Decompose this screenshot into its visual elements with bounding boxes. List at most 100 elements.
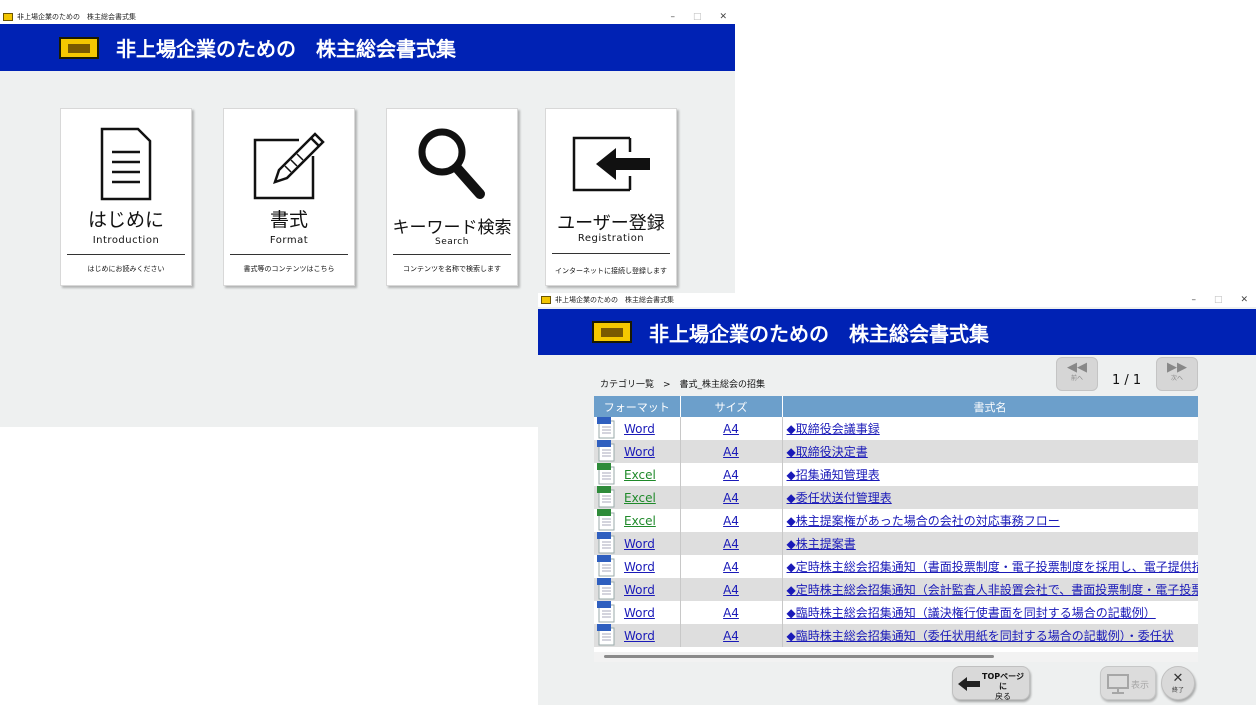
size-link[interactable]: A4 (681, 491, 782, 505)
format-link[interactable]: Word (624, 629, 655, 643)
card-subtitle: Format (269, 235, 309, 246)
document-name-link[interactable]: ◆委任状送付管理表 (783, 491, 892, 505)
view-button[interactable]: 表示 (1100, 666, 1156, 700)
size-cell: A4 (680, 624, 783, 647)
close-button[interactable]: ✕ (1240, 295, 1248, 305)
size-link[interactable]: A4 (681, 583, 782, 597)
size-link[interactable]: A4 (681, 445, 782, 459)
close-button[interactable]: ✕ (719, 12, 727, 22)
document-name-link[interactable]: ◆取締役会議事録 (783, 422, 880, 436)
table-row[interactable]: Word A4 ◆取締役決定書 (594, 440, 1198, 463)
size-link[interactable]: A4 (681, 560, 782, 574)
name-cell: ◆定時株主総会招集通知（書面投票制度・電子投票制度を採用し、電子提供措置を採 (782, 555, 1198, 578)
document-name-link[interactable]: ◆招集通知管理表 (783, 468, 880, 482)
card-registration[interactable]: ユーザー登録 Registration インターネットに接続し登録します (545, 108, 677, 286)
document-name-link[interactable]: ◆株主提案権があった場合の会社の対応事務フロー (783, 514, 1060, 528)
format-cell: Word (594, 601, 681, 624)
table-row[interactable]: Word A4 ◆臨時株主総会招集通知（議決権行使書面を同封する場合の記載例） (594, 601, 1198, 624)
card-divider (67, 254, 185, 255)
name-cell: ◆委任状送付管理表 (782, 486, 1198, 509)
table-row[interactable]: Word A4 ◆取締役会議事録 (594, 417, 1198, 440)
table-row[interactable]: Word A4 ◆臨時株主総会招集通知（委任状用紙を同封する場合の記載例）・委任状 (594, 624, 1198, 647)
list-window-title: 非上場企業のための 株主総会書式集 (555, 296, 674, 304)
maximize-button[interactable]: □ (1214, 295, 1223, 305)
logo-icon (592, 321, 632, 343)
app-icon (3, 13, 13, 21)
size-link[interactable]: A4 (681, 606, 782, 620)
card-subtitle: Introduction (92, 235, 160, 246)
name-cell: ◆定時株主総会招集通知（会計監査人非設置会社で、書面投票制度・電子投票制度を (782, 578, 1198, 601)
document-name-link[interactable]: ◆株主提案書 (783, 537, 856, 551)
column-header-size[interactable]: サイズ (680, 396, 783, 417)
size-link[interactable]: A4 (681, 537, 782, 551)
format-link[interactable]: Word (624, 583, 655, 597)
minimize-button[interactable]: – (670, 12, 675, 22)
word-file-icon (597, 601, 615, 623)
exit-button[interactable]: ✕ 終了 (1161, 666, 1195, 700)
table-row[interactable]: Word A4 ◆定時株主総会招集通知（会計監査人非設置会社で、書面投票制度・電子投… (594, 578, 1198, 601)
left-arrow-icon (958, 677, 980, 691)
format-cell: Word (594, 578, 681, 601)
name-cell: ◆株主提案権があった場合の会社の対応事務フロー (782, 509, 1198, 532)
horizontal-scrollbar[interactable] (594, 652, 1198, 662)
document-name-link[interactable]: ◆定時株主総会招集通知（書面投票制度・電子投票制度を採用し、電子提供措置を採 (783, 560, 1198, 574)
document-name-link[interactable]: ◆臨時株主総会招集通知（議決権行使書面を同封する場合の記載例） (783, 606, 1156, 620)
format-table-container: フォーマット サイズ 書式名 Word A4 ◆取締役会議事録 Word A4 ◆取締役決… (594, 396, 1198, 662)
size-cell: A4 (680, 417, 783, 440)
format-cell: Excel (594, 486, 681, 509)
card-title: ユーザー登録 (557, 213, 665, 234)
size-link[interactable]: A4 (681, 422, 782, 436)
format-link[interactable]: Word (624, 560, 655, 574)
format-link[interactable]: Excel (624, 491, 656, 505)
word-file-icon (597, 624, 615, 646)
column-header-name[interactable]: 書式名 (782, 396, 1198, 417)
name-cell: ◆臨時株主総会招集通知（委任状用紙を同封する場合の記載例）・委任状 (782, 624, 1198, 647)
size-cell: A4 (680, 578, 783, 601)
format-link[interactable]: Excel (624, 514, 656, 528)
format-link[interactable]: Word (624, 422, 655, 436)
name-cell: ◆招集通知管理表 (782, 463, 1198, 486)
table-row[interactable]: Excel A4 ◆委任状送付管理表 (594, 486, 1198, 509)
format-cell: Excel (594, 509, 681, 532)
format-link[interactable]: Word (624, 445, 655, 459)
main-banner: 非上場企業のための 株主総会書式集 (0, 24, 735, 71)
format-link[interactable]: Word (624, 606, 655, 620)
document-name-link[interactable]: ◆取締役決定書 (783, 445, 868, 459)
card-subtitle: Registration (577, 233, 645, 244)
card-introduction[interactable]: はじめに Introduction はじめにお読みください (60, 108, 192, 286)
double-left-arrow-icon: ◀◀ (1067, 360, 1087, 375)
size-link[interactable]: A4 (681, 629, 782, 643)
table-row[interactable]: Word A4 ◆定時株主総会招集通知（書面投票制度・電子投票制度を採用し、電子提供… (594, 555, 1198, 578)
next-page-button[interactable]: ▶▶ 次へ (1156, 357, 1198, 391)
card-caption: はじめにお読みください (87, 265, 165, 273)
prev-page-button[interactable]: ◀◀ 前へ (1056, 357, 1098, 391)
document-name-link[interactable]: ◆臨時株主総会招集通知（委任状用紙を同封する場合の記載例）・委任状 (783, 629, 1174, 643)
top-page-button[interactable]: TOPページに 戻る (952, 666, 1030, 701)
excel-file-icon (597, 509, 615, 531)
main-window-title: 非上場企業のための 株主総会書式集 (17, 13, 136, 21)
breadcrumb: カテゴリ一覧 > 書式_株主総会の招集 (600, 380, 766, 390)
size-link[interactable]: A4 (681, 514, 782, 528)
document-icon (61, 119, 191, 209)
document-name-link[interactable]: ◆定時株主総会招集通知（会計監査人非設置会社で、書面投票制度・電子投票制度を (783, 583, 1198, 597)
card-caption: 書式等のコンテンツはこちら (243, 265, 335, 273)
name-cell: ◆取締役会議事録 (782, 417, 1198, 440)
close-x-icon: ✕ (1172, 671, 1184, 686)
column-header-format[interactable]: フォーマット (594, 396, 681, 417)
card-format[interactable]: 書式 Format 書式等のコンテンツはこちら (223, 108, 355, 286)
card-search[interactable]: キーワード検索 Search コンテンツを名称で検索します (386, 108, 518, 286)
format-link[interactable]: Word (624, 537, 655, 551)
size-link[interactable]: A4 (681, 468, 782, 482)
table-row[interactable]: Excel A4 ◆招集通知管理表 (594, 463, 1198, 486)
minimize-button[interactable]: – (1191, 295, 1196, 305)
view-button-label: 表示 (1131, 681, 1150, 691)
format-link[interactable]: Excel (624, 468, 656, 482)
size-cell: A4 (680, 601, 783, 624)
maximize-button[interactable]: □ (693, 12, 702, 22)
scrollbar-thumb[interactable] (604, 655, 994, 658)
table-row[interactable]: Word A4 ◆株主提案書 (594, 532, 1198, 555)
app-icon (541, 296, 551, 304)
table-row[interactable]: Excel A4 ◆株主提案権があった場合の会社の対応事務フロー (594, 509, 1198, 532)
word-file-icon (597, 555, 615, 577)
exit-button-label: 終了 (1171, 687, 1184, 694)
